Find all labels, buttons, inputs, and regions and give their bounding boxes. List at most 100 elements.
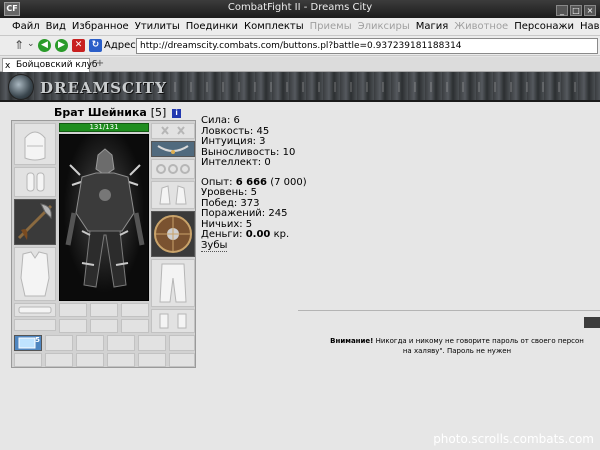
game-banner: DREAMSCITY — [0, 72, 600, 102]
shield-icon — [154, 215, 192, 253]
menu-item-4[interactable]: Поединки — [183, 18, 241, 36]
title-bar: CF CombatFight II - Dreams City _ □ × — [0, 0, 600, 18]
side-bar-block — [584, 317, 600, 328]
menu-item-9[interactable]: Животное — [451, 18, 511, 36]
leggings-icon — [159, 263, 187, 303]
item-slot-a[interactable] — [59, 319, 87, 333]
pocket-slot-1[interactable]: 5 — [14, 335, 42, 351]
armor-icon — [20, 251, 50, 297]
money-unit: кр. — [273, 229, 290, 240]
necklace-slot[interactable] — [151, 141, 195, 157]
password-warning: Внимание! Никогда и никому не говорите п… — [312, 336, 600, 356]
money-label: Деньги: — [201, 229, 243, 240]
bracers-slot[interactable] — [14, 167, 56, 197]
pocket-slot-7[interactable] — [14, 353, 42, 367]
pocket-slot-3[interactable] — [76, 335, 104, 351]
weapon-slot[interactable] — [14, 199, 56, 245]
earring-slot[interactable] — [151, 123, 195, 139]
divider-line — [298, 310, 600, 311]
boots-icon — [159, 313, 187, 329]
pocket-slot-6[interactable] — [169, 335, 195, 351]
pin-icon[interactable]: ⇑ — [14, 38, 24, 52]
rune-slot-1[interactable] — [59, 303, 87, 317]
dropdown-icon[interactable]: ⌄ — [27, 39, 35, 49]
shield-slot[interactable] — [151, 211, 195, 257]
pocket-slot-9[interactable] — [76, 353, 104, 367]
menu-item-2[interactable]: Избранное — [69, 18, 132, 36]
menu-item-10[interactable]: Персонажи — [511, 18, 577, 36]
earring-icon — [161, 126, 185, 135]
rune-slot-2[interactable] — [90, 303, 118, 317]
weapon-axe-icon — [17, 203, 53, 240]
item-slot-c[interactable] — [121, 319, 149, 333]
tab-bar: x Бойцовский клуб + — [0, 57, 600, 72]
info-icon[interactable]: i — [172, 109, 182, 118]
window-title: CombatFight II - Dreams City — [227, 2, 373, 13]
page-content: Брат Шейника [5] i 131/131 5 Сила: 6 Лов… — [0, 104, 600, 450]
gloves-icon — [159, 185, 187, 205]
pocket-slot-2[interactable] — [45, 335, 73, 351]
back-icon[interactable]: ◀ — [38, 39, 51, 52]
armor-slot[interactable] — [14, 247, 56, 301]
ring-slot-1[interactable] — [14, 319, 56, 331]
address-toolbar: ⇑ ⌄ ◀ ▶ ✕ ↻ Адрес: http://dreamscity.com… — [0, 36, 600, 56]
stat-intellect: Интеллект: 0 — [201, 157, 271, 168]
address-input[interactable]: http://dreamscity.combats.com/buttons.pl… — [136, 38, 598, 54]
menu-item-3[interactable]: Утилиты — [132, 18, 183, 36]
menu-item-1[interactable]: Вид — [43, 18, 69, 36]
pocket-slot-12[interactable] — [169, 353, 195, 367]
character-portrait — [59, 134, 149, 301]
new-tab-button[interactable]: + — [94, 59, 106, 71]
watermark: photo.scrolls.combats.com — [433, 432, 594, 446]
helmet-slot[interactable] — [14, 123, 56, 165]
inventory-panel: 131/131 5 — [11, 120, 196, 368]
tab-label: Бойцовский клуб — [16, 60, 98, 70]
stat-intuition: Интуиция: 3 — [201, 136, 266, 147]
leggings-slot[interactable] — [151, 259, 195, 307]
gloves-slot[interactable] — [151, 181, 195, 209]
menu-bar: Файл Вид Избранное Утилиты Поединки Комплекты… — [0, 18, 600, 36]
helmet-icon — [24, 131, 46, 161]
menu-item-6[interactable]: Приемы — [307, 18, 355, 36]
browser-window: CF CombatFight II - Dreams City _ □ × Файл… — [0, 0, 600, 450]
tab-close-icon[interactable]: x — [5, 60, 10, 72]
maximize-icon[interactable]: □ — [570, 5, 582, 16]
pocket-slot-5[interactable] — [138, 335, 166, 351]
stat-teeth: Зубы — [201, 239, 228, 252]
rune-slot-3[interactable] — [121, 303, 149, 317]
necklace-icon — [157, 145, 189, 154]
pocket-slot-11[interactable] — [138, 353, 166, 367]
banner-decoration — [160, 82, 590, 92]
menu-item-5[interactable]: Комплекты — [241, 18, 307, 36]
belt-icon — [18, 306, 52, 314]
brand-logo: DREAMSCITY — [40, 79, 167, 97]
pocket-slot-8[interactable] — [45, 353, 73, 367]
boots-slot[interactable] — [151, 309, 195, 333]
ring-icons — [156, 164, 190, 174]
item-slot-b[interactable] — [90, 319, 118, 333]
warning-line-2: на халяву". Пароль не нужен — [402, 347, 512, 355]
stat-level: Уровень: 5 — [201, 187, 257, 198]
address-label: Адрес: — [104, 40, 140, 51]
stat-money: Деньги: 0.00 кр. — [201, 229, 307, 241]
character-name-text: Брат Шейника — [54, 106, 147, 119]
stat-losses: Поражений: 245 — [201, 208, 288, 219]
belt-slot[interactable] — [14, 303, 56, 317]
menu-item-0[interactable]: Файл — [0, 18, 43, 36]
character-stats: Сила: 6 Ловкость: 45 Интуиция: 3 Выносли… — [201, 115, 307, 252]
ring-slots[interactable] — [151, 159, 195, 179]
menu-item-11[interactable]: Навигация — [577, 18, 600, 36]
pocket-slot-10[interactable] — [107, 353, 135, 367]
menu-item-8[interactable]: Магия — [413, 18, 452, 36]
tab-fight-club[interactable]: x Бойцовский клуб — [2, 58, 97, 72]
refresh-icon[interactable]: ↻ — [89, 39, 102, 52]
menu-item-7[interactable]: Эликсиры — [355, 18, 413, 36]
pocket-slot-4[interactable] — [107, 335, 135, 351]
minimize-icon[interactable]: _ — [556, 5, 568, 16]
stop-icon[interactable]: ✕ — [72, 39, 85, 52]
banner-orb-icon — [8, 74, 34, 100]
forward-icon[interactable]: ▶ — [55, 39, 68, 52]
close-icon[interactable]: × — [584, 5, 596, 16]
exp-label: Опыт: — [201, 176, 233, 188]
warning-bold: Внимание! — [330, 337, 374, 345]
